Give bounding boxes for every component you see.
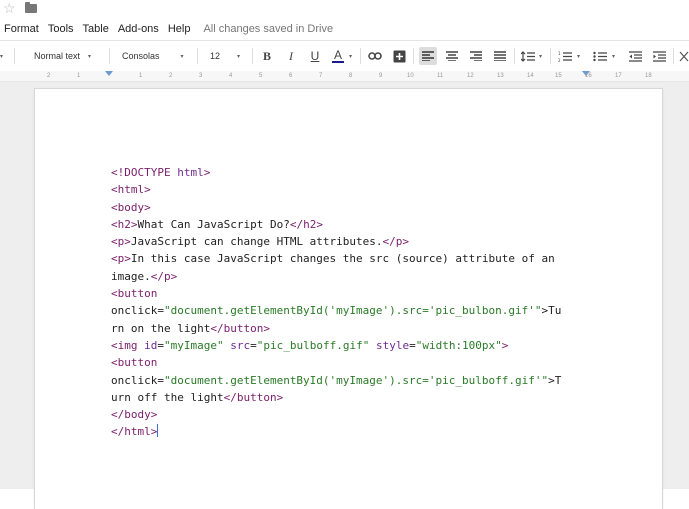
ruler-tick: 15	[555, 73, 562, 79]
code-line: <button	[111, 287, 158, 301]
menu-bar: Format Tools Table Add-ons Help All chan…	[0, 18, 689, 40]
menu-format[interactable]: Format	[4, 23, 39, 35]
bulleted-list-icon[interactable]	[591, 47, 609, 65]
ruler-tick: 1	[77, 73, 81, 79]
code-line: <p>In this case JavaScript changes the s…	[111, 252, 555, 266]
text-color-button[interactable]: A	[329, 47, 347, 65]
font-value: Consolas	[122, 51, 160, 61]
toolbar-divider	[252, 48, 253, 64]
toolbar-divider	[14, 48, 15, 64]
link-icon[interactable]	[366, 47, 384, 65]
toolbar-divider	[360, 48, 361, 64]
code-line: <img id="myImage" src="pic_bulboff.gif" …	[111, 338, 509, 352]
toolbar-divider	[197, 48, 198, 64]
menu-table[interactable]: Table	[83, 23, 109, 35]
toolbar-divider	[550, 48, 551, 64]
ruler-tick: 5	[259, 73, 263, 79]
document-canvas: <!DOCTYPE html> <html> <body> <h2>What Can …	[0, 82, 689, 509]
code-line: <button	[111, 356, 158, 370]
code-line: onclick="document.getElementById('myImag…	[111, 304, 562, 318]
line-spacing-icon[interactable]	[519, 47, 537, 65]
justify-icon[interactable]	[491, 47, 509, 65]
underline-button[interactable]: U	[306, 47, 324, 65]
ruler-tick: 14	[527, 73, 534, 79]
font-size-dropdown[interactable]: 12 ▾	[210, 49, 240, 63]
font-dropdown[interactable]: Consolas ▾	[122, 49, 184, 63]
ruler-tick: 6	[289, 73, 293, 79]
svg-text:1: 1	[558, 51, 561, 56]
code-line: <h2>What Can JavaScript Do?</h2>	[111, 217, 323, 231]
text-color-swatch	[332, 60, 344, 63]
chevron-down-icon: ▾	[237, 53, 241, 60]
text-cursor	[157, 424, 159, 438]
title-bar: ☆	[0, 0, 689, 18]
chevron-down-icon[interactable]: ▾	[0, 41, 3, 71]
toolbar-divider	[109, 48, 110, 64]
code-line: </body>	[111, 408, 158, 422]
increase-indent-icon[interactable]	[650, 47, 668, 65]
bold-button[interactable]: B	[258, 47, 276, 65]
numbered-list-icon[interactable]: 12	[556, 47, 574, 65]
folder-icon[interactable]	[25, 2, 37, 13]
font-size-value: 12	[210, 51, 221, 61]
ruler-tick: 4	[229, 73, 233, 79]
ruler-tick: 2	[47, 73, 51, 79]
ruler-tick: 17	[615, 73, 622, 79]
ruler-tick: 18	[645, 73, 652, 79]
svg-text:2: 2	[558, 58, 561, 62]
code-line: <html>	[111, 183, 151, 197]
ruler-tick: 1	[139, 73, 143, 79]
ruler-tick: 10	[407, 73, 414, 79]
ruler-tick: 2	[169, 73, 173, 79]
chevron-down-icon[interactable]: ▾	[612, 41, 615, 71]
italic-button[interactable]: I	[282, 47, 300, 65]
left-indent-marker[interactable]	[105, 71, 113, 76]
text-color-label: A	[333, 47, 342, 62]
toolbar-divider	[514, 48, 515, 64]
style-value: Normal text	[34, 51, 81, 61]
clear-formatting-icon[interactable]	[678, 47, 689, 65]
align-right-icon[interactable]	[467, 47, 485, 65]
ruler[interactable]: 2 1 1 2 3 4 5 6 7 8 9 10 11 12 13 14 15 …	[0, 71, 689, 82]
code-line: <body>	[111, 200, 151, 214]
chevron-down-icon: ▾	[180, 53, 184, 60]
star-icon[interactable]: ☆	[3, 0, 16, 17]
code-line: onclick="document.getElementById('myImag…	[111, 373, 562, 387]
code-line: <p>JavaScript can change HTML attributes…	[111, 235, 410, 249]
code-line: <!DOCTYPE html>	[111, 166, 211, 179]
toolbar-divider	[673, 48, 674, 64]
save-status: All changes saved in Drive	[203, 23, 334, 35]
align-center-icon[interactable]	[443, 47, 461, 65]
code-line: </html>	[111, 424, 159, 439]
chevron-down-icon[interactable]: ▾	[577, 41, 580, 71]
toolbar-divider	[413, 48, 414, 64]
ruler-tick: 11	[437, 73, 444, 79]
ruler-tick: 13	[497, 73, 504, 79]
ruler-tick: 12	[467, 73, 474, 79]
ruler-tick: 3	[199, 73, 203, 79]
toolbar: ▾ Normal text ▾ Consolas ▾ 12 ▾ B I U A ▾ ▾	[0, 40, 689, 72]
add-comment-icon[interactable]	[390, 47, 408, 65]
code-line: urn off the light</button>	[111, 390, 284, 404]
menu-addons[interactable]: Add-ons	[118, 23, 159, 35]
chevron-down-icon[interactable]: ▾	[349, 41, 352, 71]
ruler-tick: 8	[349, 73, 353, 79]
code-line: image.</p>	[111, 269, 178, 283]
menu-tools[interactable]: Tools	[48, 23, 74, 35]
align-left-icon[interactable]	[419, 47, 437, 65]
ruler-tick: 9	[379, 73, 383, 79]
ruler-tick: 16	[585, 73, 592, 79]
ruler-tick: 7	[319, 73, 323, 79]
decrease-indent-icon[interactable]	[626, 47, 644, 65]
style-dropdown[interactable]: Normal text ▾	[34, 49, 91, 63]
code-line: rn on the light</button>	[111, 321, 270, 335]
document-body[interactable]: <!DOCTYPE html> <html> <body> <h2>What Can …	[111, 164, 561, 441]
menu-help[interactable]: Help	[168, 23, 191, 35]
chevron-down-icon[interactable]: ▾	[539, 41, 542, 71]
chevron-down-icon: ▾	[88, 53, 92, 60]
document-page[interactable]: <!DOCTYPE html> <html> <body> <h2>What Can …	[35, 89, 662, 509]
